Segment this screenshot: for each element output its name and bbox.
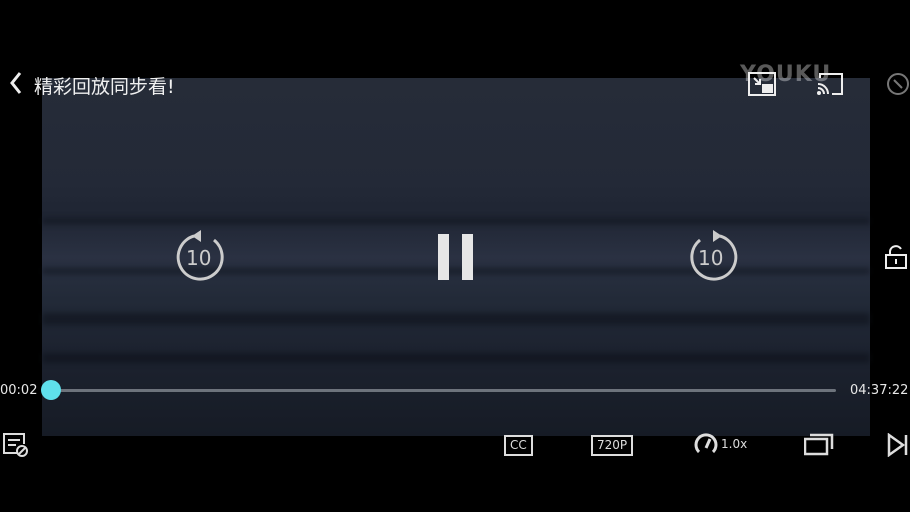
total-time: 04:37:22 (850, 383, 909, 398)
rewind-seconds: 10 (186, 246, 212, 270)
speedometer-icon (694, 433, 718, 454)
screen-lock-icon[interactable] (884, 244, 908, 274)
rewind-10-button[interactable]: 10 (174, 228, 228, 290)
lock-rotation-icon[interactable] (884, 70, 910, 102)
next-episode-icon[interactable] (886, 432, 910, 461)
picture-in-picture-icon[interactable] (748, 72, 776, 100)
current-time: 00:02 (0, 383, 38, 398)
progress-thumb[interactable] (41, 380, 61, 400)
episodes-icon[interactable] (803, 432, 834, 460)
progress-bar[interactable] (52, 389, 836, 392)
subtitles-button[interactable]: CC (504, 435, 533, 456)
cast-icon[interactable] (816, 72, 844, 100)
quality-button[interactable]: 720P (591, 435, 634, 456)
back-button[interactable] (8, 70, 24, 100)
pause-button[interactable] (438, 234, 474, 284)
video-title: 精彩回放同步看! (34, 76, 175, 98)
forward-seconds: 10 (698, 246, 724, 270)
forward-10-button[interactable]: 10 (686, 228, 740, 290)
speed-label: 1.0x (721, 437, 748, 451)
danmaku-off-icon[interactable] (2, 432, 30, 462)
speed-button[interactable]: 1.0x (693, 433, 747, 455)
